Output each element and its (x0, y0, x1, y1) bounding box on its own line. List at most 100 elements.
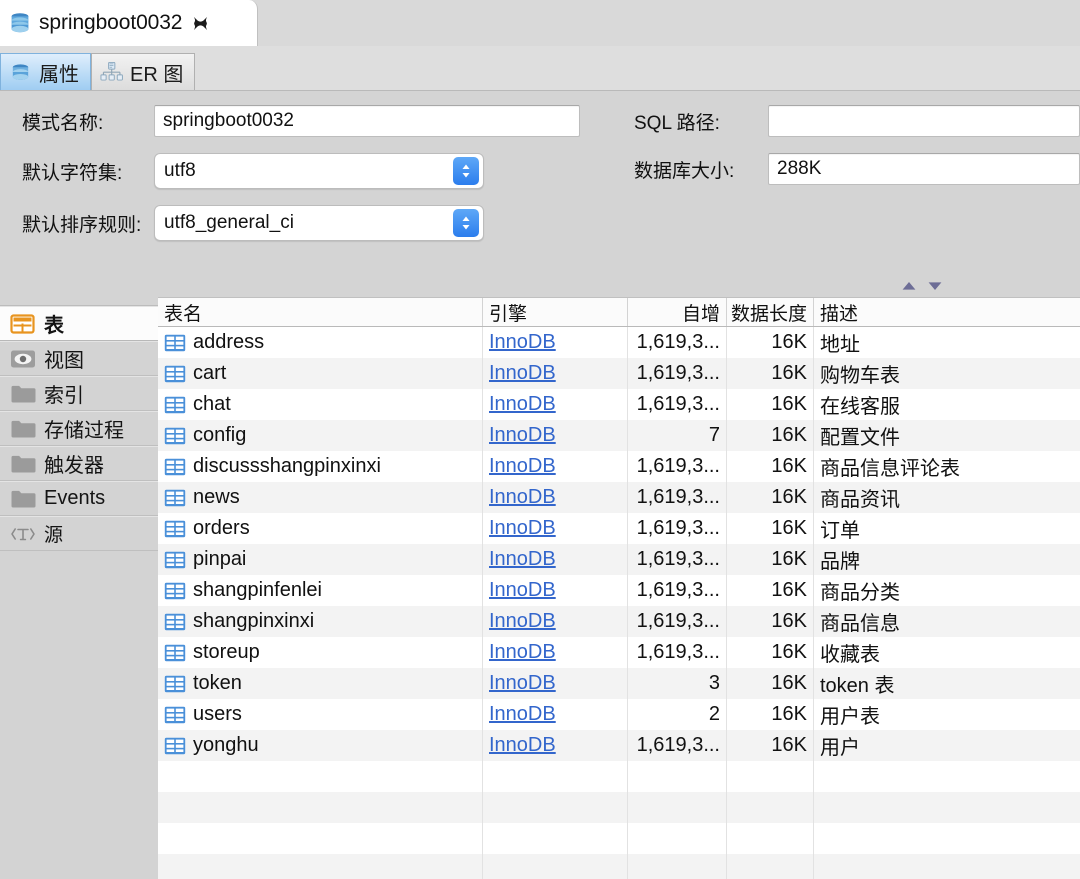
column-header-comment[interactable]: 描述 (814, 298, 1080, 326)
default-collation-select[interactable]: utf8_general_ci (154, 205, 484, 241)
table-icon (164, 365, 186, 383)
document-tab-springboot0032[interactable]: springboot0032 (0, 0, 258, 46)
cell-data-length: 16K (727, 482, 814, 513)
table-row[interactable]: yonghu InnoDB 1,619,3... 16K 用户 (158, 730, 1080, 761)
cell-engine: InnoDB (483, 575, 628, 606)
database-icon (9, 61, 32, 84)
cell-auto-increment: 1,619,3... (628, 575, 727, 606)
cell-auto-increment: 7 (628, 420, 727, 451)
engine-link[interactable]: InnoDB (489, 610, 556, 633)
sidebar-item-stored-procedures[interactable]: 存储过程 (0, 411, 158, 446)
cell-comment: 在线客服 (820, 396, 900, 418)
engine-link[interactable]: InnoDB (489, 331, 556, 354)
cell-comment: 地址 (820, 334, 860, 356)
table-row[interactable]: shangpinfenlei InnoDB 1,619,3... 16K 商品分类 (158, 575, 1080, 606)
table-row[interactable]: news InnoDB 1,619,3... 16K 商品资讯 (158, 482, 1080, 513)
sidebar-item-tables[interactable]: 表 (0, 306, 158, 341)
cell-comment: 用户 (820, 737, 860, 759)
engine-link[interactable]: InnoDB (489, 424, 556, 447)
cell-auto-increment: 1,619,3... (628, 451, 727, 482)
table-icon (164, 613, 186, 631)
cell-comment: 商品信息评论表 (820, 458, 960, 480)
cell-auto-increment: 1,619,3... (628, 730, 727, 761)
cell-data-length: 16K (727, 668, 814, 699)
engine-link[interactable]: InnoDB (489, 548, 556, 571)
default-charset-label: 默认字符集: (22, 162, 123, 184)
table-row-empty[interactable] (158, 761, 1080, 792)
sidebar-item-source[interactable]: 源 (0, 516, 158, 551)
table-row[interactable]: storeup InnoDB 1,619,3... 16K 收藏表 (158, 637, 1080, 668)
cell-engine: InnoDB (483, 699, 628, 730)
source-code-icon (10, 523, 36, 545)
engine-link[interactable]: InnoDB (489, 703, 556, 726)
table-row[interactable]: discussshangpinxinxi InnoDB 1,619,3... 16K 商… (158, 451, 1080, 482)
table-row-empty[interactable] (158, 854, 1080, 879)
cell-table-name: storeup (158, 637, 483, 668)
engine-link[interactable]: InnoDB (489, 393, 556, 416)
cell-auto-increment: 3 (628, 668, 727, 699)
default-charset-select[interactable]: utf8 (154, 153, 484, 189)
cell-data-length: 16K (727, 451, 814, 482)
tab-properties[interactable]: 属性 (0, 53, 91, 90)
sql-path-label: SQL 路径: (634, 112, 720, 134)
column-header-data-length[interactable]: 数据长度 (727, 298, 814, 326)
sidebar-item-indexes[interactable]: 索引 (0, 376, 158, 411)
chevron-up-down-icon (453, 157, 479, 185)
db-size-value: 288K (768, 153, 1080, 185)
column-header-engine[interactable]: 引擎 (483, 298, 628, 326)
table-icon (164, 737, 186, 755)
engine-link[interactable]: InnoDB (489, 486, 556, 509)
cell-auto-increment: 1,619,3... (628, 358, 727, 389)
sql-path-input[interactable] (768, 105, 1080, 137)
cell-auto-increment: 1,619,3... (628, 327, 727, 358)
table-icon (164, 396, 186, 414)
table-row[interactable]: address InnoDB 1,619,3... 16K 地址 (158, 327, 1080, 358)
engine-link[interactable]: InnoDB (489, 734, 556, 757)
cell-table-name: orders (158, 513, 483, 544)
table-name-text: cart (193, 362, 227, 384)
cell-engine: InnoDB (483, 358, 628, 389)
field-schema-name: 模式名称: springboot0032 (0, 105, 580, 137)
sort-ascending-icon[interactable] (901, 279, 917, 297)
cell-table-name: shangpinfenlei (158, 575, 483, 606)
table-name-text: discussshangpinxinxi (193, 455, 381, 477)
sort-controls-strip (158, 276, 1080, 298)
engine-link[interactable]: InnoDB (489, 579, 556, 602)
cell-table-name: cart (158, 358, 483, 389)
mysql-workbench-schema-editor: springboot0032 属性 ER 图 模式名称: springboot0… (0, 0, 1080, 879)
cell-engine: InnoDB (483, 637, 628, 668)
table-row-empty[interactable] (158, 792, 1080, 823)
column-header-auto-increment[interactable]: 自增 (628, 298, 727, 326)
table-row[interactable]: cart InnoDB 1,619,3... 16K 购物车表 (158, 358, 1080, 389)
table-row[interactable]: config InnoDB 7 16K 配置文件 (158, 420, 1080, 451)
close-icon[interactable] (191, 14, 210, 33)
table-row[interactable]: orders InnoDB 1,619,3... 16K 订单 (158, 513, 1080, 544)
sidebar-item-events[interactable]: Events (0, 481, 158, 516)
tab-properties-label: 属性 (39, 63, 79, 86)
table-row[interactable]: pinpai InnoDB 1,619,3... 16K 品牌 (158, 544, 1080, 575)
table-row[interactable]: chat InnoDB 1,619,3... 16K 在线客服 (158, 389, 1080, 420)
engine-link[interactable]: InnoDB (489, 362, 556, 385)
cell-comment: 用户表 (820, 706, 880, 728)
engine-link[interactable]: InnoDB (489, 455, 556, 478)
table-name-text: address (193, 331, 265, 353)
field-default-collation: 默认排序规则: utf8_general_ci (0, 205, 484, 241)
table-row[interactable]: shangpinxinxi InnoDB 1,619,3... 16K 商品信息 (158, 606, 1080, 637)
tab-er-diagram[interactable]: ER 图 (91, 53, 196, 90)
engine-link[interactable]: InnoDB (489, 672, 556, 695)
sidebar-item-triggers[interactable]: 触发器 (0, 446, 158, 481)
schema-name-input[interactable]: springboot0032 (154, 105, 580, 137)
sidebar-item-views[interactable]: 视图 (0, 341, 158, 376)
cell-table-name: shangpinxinxi (158, 606, 483, 637)
engine-link[interactable]: InnoDB (489, 517, 556, 540)
column-header-table-name[interactable]: 表名 (158, 298, 483, 326)
engine-link[interactable]: InnoDB (489, 641, 556, 664)
db-size-label: 数据库大小: (634, 160, 735, 182)
cell-comment: 商品分类 (820, 582, 900, 604)
table-row[interactable]: users InnoDB 2 16K 用户表 (158, 699, 1080, 730)
table-name-text: chat (193, 393, 231, 415)
cell-data-length: 16K (727, 606, 814, 637)
table-row[interactable]: token InnoDB 3 16K token 表 (158, 668, 1080, 699)
sort-descending-icon[interactable] (927, 279, 943, 297)
table-row-empty[interactable] (158, 823, 1080, 854)
